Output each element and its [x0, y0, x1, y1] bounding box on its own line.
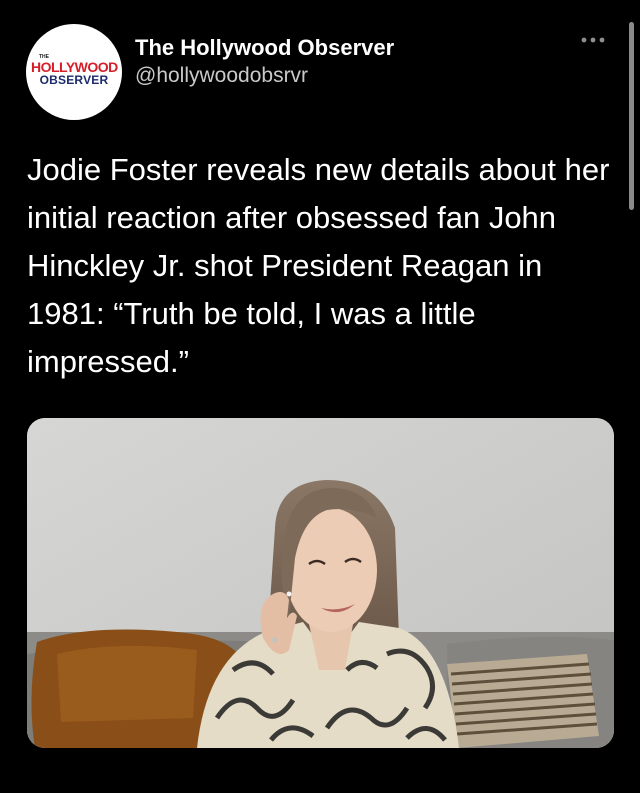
- account-handle[interactable]: @hollywoodobsrvr: [135, 64, 308, 88]
- hollywood-observer-logo: THE HOLLYWOOD OBSERVER: [31, 52, 118, 92]
- display-name[interactable]: The Hollywood Observer: [135, 35, 394, 61]
- tweet-media-image[interactable]: [27, 418, 614, 748]
- scrollbar[interactable]: [629, 22, 634, 210]
- avatar[interactable]: THE HOLLYWOOD OBSERVER: [26, 24, 122, 120]
- logo-observer: OBSERVER: [39, 73, 109, 87]
- tweet-text: Jodie Foster reveals new details about h…: [27, 152, 610, 379]
- more-options-icon[interactable]: [580, 36, 606, 44]
- striped-pillow: [447, 654, 599, 748]
- tweet-header: THE HOLLYWOOD OBSERVER The Hollywood Obs…: [26, 24, 620, 120]
